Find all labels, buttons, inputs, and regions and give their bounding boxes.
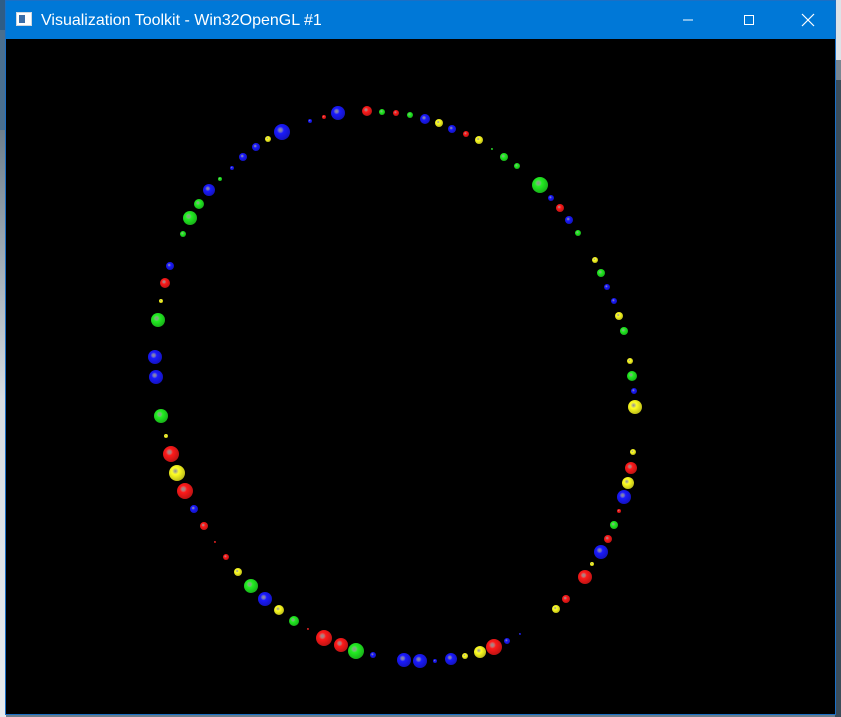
blue-sphere — [230, 166, 234, 170]
blue-sphere — [166, 262, 174, 270]
red-sphere — [223, 554, 229, 560]
green-sphere — [627, 371, 637, 381]
yellow-sphere — [159, 299, 163, 303]
blue-sphere — [617, 490, 631, 504]
green-sphere — [244, 579, 258, 593]
red-sphere — [463, 131, 469, 137]
window-title: Visualization Toolkit - Win32OpenGL #1 — [41, 12, 322, 29]
maximize-button[interactable] — [720, 1, 778, 39]
blue-sphere — [611, 298, 617, 304]
green-sphere — [379, 109, 385, 115]
red-sphere — [160, 278, 170, 288]
green-sphere — [500, 153, 508, 161]
red-sphere — [214, 541, 216, 543]
minimize-icon — [683, 19, 693, 21]
yellow-sphere — [274, 605, 284, 615]
blue-sphere — [594, 545, 608, 559]
blue-sphere — [397, 653, 411, 667]
green-sphere — [597, 269, 605, 277]
yellow-sphere — [475, 136, 483, 144]
red-sphere — [316, 630, 332, 646]
green-sphere — [180, 231, 186, 237]
green-sphere — [154, 409, 168, 423]
red-sphere — [625, 462, 637, 474]
yellow-sphere — [265, 136, 271, 142]
red-sphere — [556, 204, 564, 212]
close-button[interactable] — [779, 1, 837, 39]
blue-sphere — [448, 125, 456, 133]
green-sphere — [407, 112, 413, 118]
red-sphere — [617, 509, 621, 513]
yellow-sphere — [435, 119, 443, 127]
green-sphere — [348, 643, 364, 659]
blue-sphere — [148, 350, 162, 364]
red-sphere — [200, 522, 208, 530]
green-sphere — [194, 199, 204, 209]
green-sphere — [218, 177, 222, 181]
green-sphere — [289, 616, 299, 626]
red-sphere — [307, 628, 309, 630]
yellow-sphere — [592, 257, 598, 263]
title-bar[interactable]: Visualization Toolkit - Win32OpenGL #1 — [6, 1, 835, 39]
red-sphere — [486, 639, 502, 655]
yellow-sphere — [622, 477, 634, 489]
green-sphere — [151, 313, 165, 327]
yellow-sphere — [474, 646, 486, 658]
green-sphere — [532, 177, 548, 193]
red-sphere — [322, 115, 326, 119]
yellow-sphere — [552, 605, 560, 613]
blue-sphere — [258, 592, 272, 606]
blue-sphere — [331, 106, 345, 120]
green-sphere — [620, 327, 628, 335]
blue-sphere — [239, 153, 247, 161]
yellow-sphere — [169, 465, 185, 481]
blue-sphere — [565, 216, 573, 224]
blue-sphere — [420, 114, 430, 124]
yellow-sphere — [628, 400, 642, 414]
green-sphere — [514, 163, 520, 169]
red-sphere — [604, 535, 612, 543]
blue-sphere — [433, 659, 437, 663]
blue-sphere — [548, 195, 554, 201]
blue-sphere — [149, 370, 163, 384]
render-viewport[interactable] — [6, 39, 835, 714]
yellow-sphere — [234, 568, 242, 576]
close-icon — [801, 13, 815, 27]
vtk-render-window[interactable]: Visualization Toolkit - Win32OpenGL #1 — [5, 0, 836, 715]
sphere-ring-scene — [148, 106, 642, 668]
yellow-sphere — [615, 312, 623, 320]
maximize-icon — [744, 15, 754, 25]
blue-sphere — [190, 505, 198, 513]
red-sphere — [163, 446, 179, 462]
blue-sphere — [413, 654, 427, 668]
green-sphere — [183, 211, 197, 225]
yellow-sphere — [627, 358, 633, 364]
yellow-sphere — [164, 434, 168, 438]
blue-sphere — [274, 124, 290, 140]
red-sphere — [177, 483, 193, 499]
green-sphere — [491, 148, 493, 150]
red-sphere — [334, 638, 348, 652]
blue-sphere — [631, 388, 637, 394]
red-sphere — [362, 106, 372, 116]
blue-sphere — [370, 652, 376, 658]
yellow-sphere — [630, 449, 636, 455]
blue-sphere — [519, 633, 521, 635]
blue-sphere — [504, 638, 510, 644]
green-sphere — [610, 521, 618, 529]
vtk-window-icon — [16, 12, 32, 26]
blue-sphere — [308, 119, 312, 123]
blue-sphere — [203, 184, 215, 196]
red-sphere — [393, 110, 399, 116]
blue-sphere — [252, 143, 260, 151]
blue-sphere — [604, 284, 610, 290]
blue-sphere — [445, 653, 457, 665]
yellow-sphere — [590, 562, 594, 566]
green-sphere — [575, 230, 581, 236]
red-sphere — [562, 595, 570, 603]
minimize-button[interactable] — [659, 1, 717, 39]
yellow-sphere — [462, 653, 468, 659]
red-sphere — [578, 570, 592, 584]
